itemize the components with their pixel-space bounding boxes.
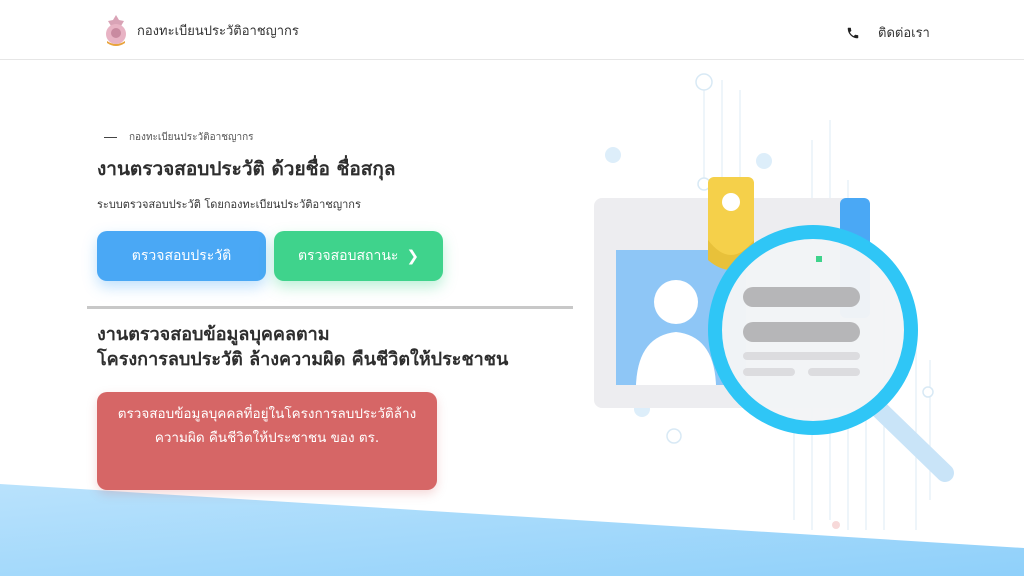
section-title-line2: โครงการลบประวัติ ล้างความผิด คืนชีวิตให้…: [97, 349, 509, 370]
section-title: งานตรวจสอบข้อมูลบุคคลตาม โครงการลบประวัต…: [97, 322, 508, 372]
police-emblem-icon[interactable]: [104, 14, 128, 46]
page-title: งานตรวจสอบประวัติ ด้วยชื่อ ชื่อสกุล: [97, 158, 396, 180]
check-status-button[interactable]: ตรวจสอบสถานะ ❯: [274, 231, 443, 281]
check-history-label: ตรวจสอบประวัติ: [131, 248, 232, 264]
section-divider: [87, 306, 573, 309]
phone-icon: [847, 27, 859, 38]
section-title-line1: งานตรวจสอบข้อมูลบุคคลตาม: [97, 324, 330, 345]
contact-label: ติดต่อเรา: [878, 26, 930, 41]
check-status-label: ตรวจสอบสถานะ: [297, 248, 399, 264]
eyebrow: กองทะเบียนประวัติอาชญากร: [104, 130, 254, 145]
check-history-button[interactable]: ตรวจสอบประวัติ: [97, 231, 266, 281]
eyebrow-dash: [104, 137, 117, 138]
contact-link[interactable]: ติดต่อเรา: [846, 22, 930, 43]
brand-name[interactable]: กองทะเบียนประวัติอาชญากร: [137, 20, 299, 41]
id-card-search-illustration: [594, 73, 954, 530]
chevron-right-icon: ❯: [406, 247, 420, 265]
top-navbar: กองทะเบียนประวัติอาชญากร ติดต่อเรา: [0, 0, 1024, 60]
project-check-button[interactable]: ตรวจสอบข้อมูลบุคคลที่อยู่ในโครงการลบประว…: [97, 392, 437, 490]
project-check-label: ตรวจสอบข้อมูลบุคคลที่อยู่ในโครงการลบประว…: [117, 406, 417, 446]
page-subtitle: ระบบตรวจสอบประวัติ โดยกองทะเบียนประวัติอ…: [97, 198, 361, 211]
eyebrow-text: กองทะเบียนประวัติอาชญากร: [129, 132, 254, 143]
